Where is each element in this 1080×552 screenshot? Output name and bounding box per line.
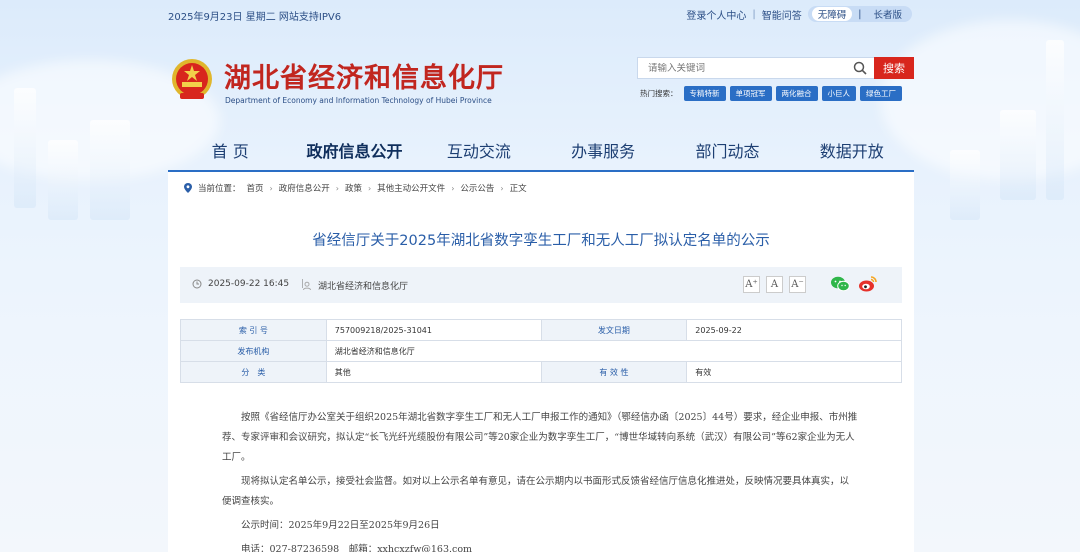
- nav-news[interactable]: 部门动态: [665, 138, 789, 170]
- hot-search-tag[interactable]: 单项冠军: [729, 86, 772, 101]
- font-increase-button[interactable]: A⁺: [743, 276, 760, 293]
- date-value: 2025-09-22: [686, 319, 902, 341]
- hot-search-tag[interactable]: 专精特新: [683, 86, 726, 101]
- font-decrease-button[interactable]: A⁻: [789, 276, 806, 293]
- mode-switch: 无障碍 | 长者版: [807, 6, 912, 22]
- top-links: 登录个人中心 | 智能问答 无障碍 | 长者版: [686, 6, 912, 22]
- top-bar: 2025年9月23日 星期二 网站支持IPV6 登录个人中心 | 智能问答 无障…: [0, 0, 1080, 28]
- category-label: 分 类: [180, 361, 327, 383]
- breadcrumb-item[interactable]: 其他主动公开文件: [377, 182, 445, 194]
- ipv6-notice: 网站支持IPV6: [278, 12, 342, 23]
- breadcrumb: 当前位置： 首页 › 政府信息公开 › 政策 › 其他主动公开文件 › 公示公告…: [184, 182, 527, 194]
- divider: |: [858, 8, 862, 20]
- nav-interaction[interactable]: 互动交流: [417, 138, 541, 170]
- validity-label: 有 效 性: [540, 361, 688, 383]
- weibo-icon[interactable]: [858, 275, 878, 293]
- font-size-controls: A⁺ A A⁻: [743, 276, 806, 293]
- article-body: 按照《省经信厅办公室关于组织2025年湖北省数字孪生工厂和无人工厂申报工作的通知…: [222, 408, 858, 552]
- clock-icon: [192, 279, 202, 289]
- table-row: 索 引 号 757009218/2025-31041 发文日期 2025-09-…: [180, 319, 902, 341]
- breadcrumb-item: 正文: [509, 184, 527, 194]
- body-paragraph: 电话：027-87236598 邮箱：xxhcxzfw@163.com: [241, 544, 473, 552]
- breadcrumb-item[interactable]: 政府信息公开: [279, 182, 330, 194]
- content-panel: 当前位置： 首页 › 政府信息公开 › 政策 › 其他主动公开文件 › 公示公告…: [168, 172, 914, 552]
- source-name: 湖北省经济和信息化厅: [318, 282, 409, 292]
- article-source: 湖北省经济和信息化厅: [302, 279, 408, 292]
- nav-open-data[interactable]: 数据开放: [790, 138, 914, 170]
- chevron-right-icon: ›: [367, 183, 372, 193]
- site-subtitle: Department of Economy and Information Te…: [225, 96, 492, 105]
- document-info-table: 索 引 号 757009218/2025-31041 发文日期 2025-09-…: [180, 319, 903, 383]
- hot-search-tag[interactable]: 小巨人: [821, 86, 856, 101]
- qa-link[interactable]: 智能问答: [762, 7, 802, 22]
- body-paragraph: 按照《省经信厅办公室关于组织2025年湖北省数字孪生工厂和无人工厂申报工作的通知…: [222, 412, 858, 463]
- hot-search-tag[interactable]: 绿色工厂: [860, 86, 902, 101]
- body-paragraph: 现将拟认定名单公示，接受社会监督。如对以上公示名单有意见，请在公示期内以书面形式…: [222, 476, 850, 507]
- org-value: 湖北省经济和信息化厅: [325, 340, 903, 362]
- wechat-icon[interactable]: [830, 275, 850, 293]
- search-box: [637, 57, 875, 79]
- date-label: 发文日期: [540, 319, 688, 341]
- elder-mode-button[interactable]: 长者版: [867, 7, 908, 21]
- current-date: 2025年9月23日 星期二: [168, 12, 276, 23]
- national-emblem-icon: [172, 59, 212, 99]
- top-date: 2025年9月23日 星期二 网站支持IPV6: [168, 8, 341, 23]
- accessibility-mode-button[interactable]: 无障碍: [811, 7, 853, 21]
- breadcrumb-item[interactable]: 首页: [247, 182, 264, 194]
- chevron-right-icon: ›: [500, 183, 504, 193]
- article-meta-bar: 2025-09-22 16:45 | 湖北省经济和信息化厅 A⁺ A A⁻: [180, 267, 902, 303]
- body-paragraph: 公示时间：2025年9月22日至2025年9月26日: [241, 520, 440, 531]
- publish-time: 2025-09-22 16:45 |: [192, 279, 304, 289]
- search-button[interactable]: 搜索: [874, 57, 914, 79]
- table-row: 分 类 其他 有 效 性 有效: [180, 361, 902, 383]
- org-label: 发布机构: [180, 340, 327, 362]
- hot-search-tag[interactable]: 两化融合: [775, 86, 818, 101]
- index-value: 757009218/2025-31041: [325, 319, 542, 341]
- share-buttons: [830, 275, 878, 293]
- category-value: 其他: [325, 361, 542, 383]
- article-title: 省经信厅关于2025年湖北省数字孪生工厂和无人工厂拟认定名单的公示: [312, 233, 770, 249]
- divider: |: [752, 8, 756, 20]
- nav-gov-info[interactable]: 政府信息公开: [292, 138, 416, 170]
- hot-search: 热门搜索： 专精特新 单项冠军 两化融合 小巨人 绿色工厂: [640, 86, 902, 101]
- search-icon[interactable]: [853, 61, 867, 75]
- location-pin-icon: [184, 183, 192, 193]
- publish-datetime: 2025-09-22 16:45: [208, 279, 290, 289]
- chevron-right-icon: ›: [269, 183, 273, 193]
- chevron-right-icon: ›: [451, 183, 455, 193]
- nav-home[interactable]: 首 页: [168, 138, 292, 170]
- table-row: 发布机构 湖北省经济和信息化厅: [180, 340, 903, 362]
- hot-search-label: 热门搜索：: [640, 89, 678, 98]
- site-title[interactable]: 湖北省经济和信息化厅: [224, 56, 504, 95]
- validity-value: 有效: [686, 361, 902, 383]
- index-label: 索 引 号: [180, 319, 327, 341]
- user-icon: [303, 281, 311, 290]
- chevron-right-icon: ›: [335, 183, 339, 193]
- search-input[interactable]: [638, 62, 848, 74]
- breadcrumb-item[interactable]: 公示公告: [460, 182, 494, 194]
- breadcrumb-item[interactable]: 政策: [345, 182, 362, 194]
- font-default-button[interactable]: A: [766, 276, 783, 293]
- breadcrumb-label: 当前位置：: [198, 184, 241, 194]
- main-nav: 首 页 政府信息公开 互动交流 办事服务 部门动态 数据开放: [168, 138, 914, 170]
- login-link[interactable]: 登录个人中心: [686, 7, 746, 22]
- nav-services[interactable]: 办事服务: [541, 138, 665, 170]
